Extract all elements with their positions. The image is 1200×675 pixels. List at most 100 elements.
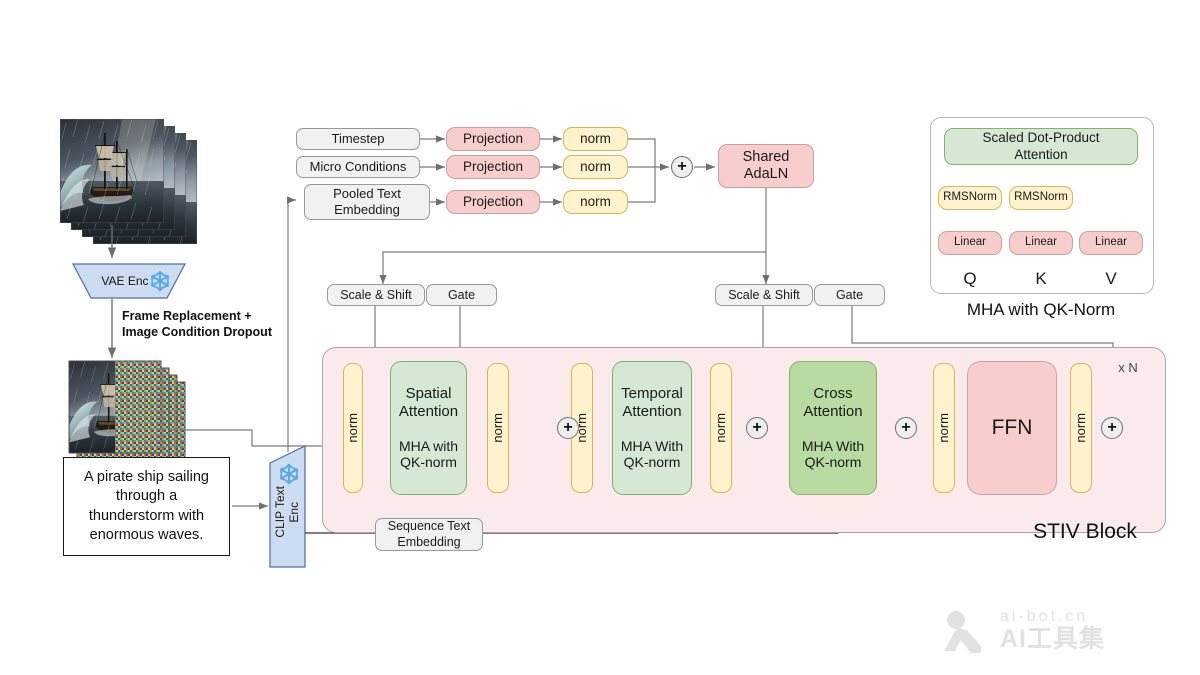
sequence-text-embedding-line1: Sequence Text — [387, 518, 471, 533]
cross-attention-sub-1: MHA With — [801, 437, 865, 454]
spatial-attention-title-1: Spatial — [405, 385, 452, 403]
pooled-text-embedding-box: Pooled Text Embedding — [304, 184, 430, 220]
value-symbol: V — [1105, 269, 1117, 289]
projection-box-timestep: Projection — [446, 127, 540, 151]
rmsnorm-label-k: RMSNorm — [1014, 191, 1068, 204]
norm-pillar-4: norm — [710, 363, 732, 493]
residual-sum-4: + — [1101, 417, 1123, 439]
norm-box-timestep: norm — [563, 127, 628, 151]
micro-conditions-label: Micro Conditions — [309, 158, 407, 174]
sequence-text-embedding-line2: Embedding — [397, 534, 461, 549]
norm-label-timestep: norm — [580, 131, 611, 147]
cross-attention-sub-2: QK-norm — [804, 454, 862, 471]
frame-replacement-caption: Frame Replacement + Image Condition Drop… — [122, 309, 337, 340]
norm-pillar-4-label: norm — [712, 413, 728, 443]
linear-box-q: Linear — [938, 231, 1002, 255]
norm-pillar-2-label: norm — [489, 413, 505, 443]
cross-attention-title-2: Attention — [803, 402, 863, 420]
linear-box-v: Linear — [1079, 231, 1143, 255]
temporal-attention-title-1: Temporal — [621, 385, 683, 403]
spatial-attention-box: Spatial Attention MHA with QK-norm — [390, 361, 467, 495]
linear-box-k: Linear — [1009, 231, 1073, 255]
key-input-label: K — [1023, 268, 1059, 290]
prompt-text-box: A pirate ship sailing through a thunders… — [63, 457, 230, 556]
norm-pillar-5-label: norm — [935, 413, 951, 443]
timestep-box: Timestep — [296, 128, 420, 150]
clip-encoder-label-line2: Enc — [287, 501, 301, 523]
watermark: ai-bot.cn AI工具集 — [928, 600, 1178, 662]
temporal-attention-sub-1: MHA With — [620, 437, 684, 454]
norm-pillar-6: norm — [1070, 363, 1092, 493]
norm-pillar-2: norm — [487, 363, 509, 493]
watermark-brand: AI工具集 — [1000, 625, 1106, 654]
sdpa-label-line1: Scaled Dot-Product — [982, 130, 1100, 146]
cross-attention-title-1: Cross — [813, 385, 853, 403]
residual-sum-4-symbol: + — [1107, 419, 1117, 436]
sdpa-label-line2: Attention — [1014, 146, 1068, 162]
query-symbol: Q — [963, 269, 977, 289]
ffn-box: FFN — [967, 361, 1057, 495]
residual-sum-3-symbol: + — [901, 419, 911, 436]
watermark-logo-icon — [944, 611, 982, 653]
residual-sum-3: + — [895, 417, 917, 439]
shared-adaln-label: Shared AdaLN — [742, 148, 790, 182]
spatial-attention-sub-2: QK-norm — [400, 454, 457, 471]
gate-label-right: Gate — [835, 287, 864, 302]
linear-label-q: Linear — [954, 236, 986, 249]
norm-pillar-5: norm — [933, 363, 955, 493]
mha-panel-caption: MHA with QK-Norm — [966, 300, 1116, 319]
frame-replacement-caption-line1: Frame Replacement + — [122, 309, 252, 323]
projection-label-timestep: Projection — [462, 131, 524, 147]
scale-shift-label-right: Scale & Shift — [728, 287, 800, 302]
cross-attention-box: Cross Attention MHA With QK-norm — [789, 361, 877, 495]
scale-shift-box-right: Scale & Shift — [715, 284, 813, 306]
temporal-attention-box: Temporal Attention MHA With QK-norm — [612, 361, 692, 495]
stiv-block-repeat-label: x N — [1118, 359, 1138, 375]
scale-shift-label-left: Scale & Shift — [340, 287, 412, 302]
timestep-label: Timestep — [331, 130, 385, 146]
projection-label-micro: Projection — [462, 159, 524, 175]
ffn-label: FFN — [991, 415, 1033, 439]
projection-label-pooled: Projection — [462, 194, 524, 210]
norm-label-pooled: norm — [580, 194, 611, 210]
residual-sum-1: + — [557, 417, 579, 439]
norm-pillar-1: norm — [343, 363, 363, 493]
vae-encoder-label: VAE Enc — [101, 274, 149, 288]
scale-shift-box-left: Scale & Shift — [327, 284, 425, 306]
value-input-label: V — [1093, 268, 1129, 290]
clip-encoder-label-line1: CLIP Text — [273, 486, 288, 538]
key-symbol: K — [1035, 269, 1047, 289]
shared-adaln-box: Shared AdaLN — [718, 144, 814, 188]
scaled-dot-product-attention-box: Scaled Dot-Product Attention — [944, 128, 1138, 165]
norm-box-pooled: norm — [563, 190, 628, 214]
conditioning-sum-symbol: + — [677, 158, 687, 175]
frame-replacement-caption-line2: Image Condition Dropout — [122, 324, 272, 339]
micro-conditions-box: Micro Conditions — [296, 156, 420, 178]
linear-label-k: Linear — [1025, 236, 1057, 249]
temporal-attention-sub-2: QK-norm — [623, 454, 681, 471]
stiv-block-title: STIV Block — [1033, 520, 1137, 543]
residual-sum-2-symbol: + — [752, 419, 762, 436]
conditioning-sum-node: + — [671, 156, 693, 178]
norm-box-micro: norm — [563, 155, 628, 179]
rmsnorm-box-k: RMSNorm — [1009, 186, 1073, 210]
clip-encoder-label: CLIP Text Enc — [273, 462, 302, 562]
norm-label-micro: norm — [580, 159, 611, 175]
spatial-attention-sub-1: MHA with — [398, 437, 459, 454]
spatial-attention-title-2: Attention — [398, 402, 459, 420]
gate-box-left: Gate — [426, 284, 497, 306]
linear-label-v: Linear — [1095, 236, 1127, 249]
gate-box-right: Gate — [814, 284, 885, 306]
sequence-text-embedding-box: Sequence Text Embedding — [375, 518, 483, 551]
projection-box-micro: Projection — [446, 155, 540, 179]
norm-pillar-1-label: norm — [344, 413, 360, 443]
input-video-frames — [60, 119, 197, 244]
query-input-label: Q — [952, 268, 988, 290]
pooled-text-embedding-label: Pooled Text Embedding — [333, 186, 401, 217]
residual-sum-1-symbol: + — [563, 419, 573, 436]
temporal-attention-title-2: Attention — [622, 402, 682, 420]
projection-box-pooled: Projection — [446, 190, 540, 214]
rmsnorm-box-q: RMSNorm — [938, 186, 1002, 210]
watermark-domain: ai-bot.cn — [1000, 608, 1089, 626]
residual-sum-2: + — [746, 417, 768, 439]
